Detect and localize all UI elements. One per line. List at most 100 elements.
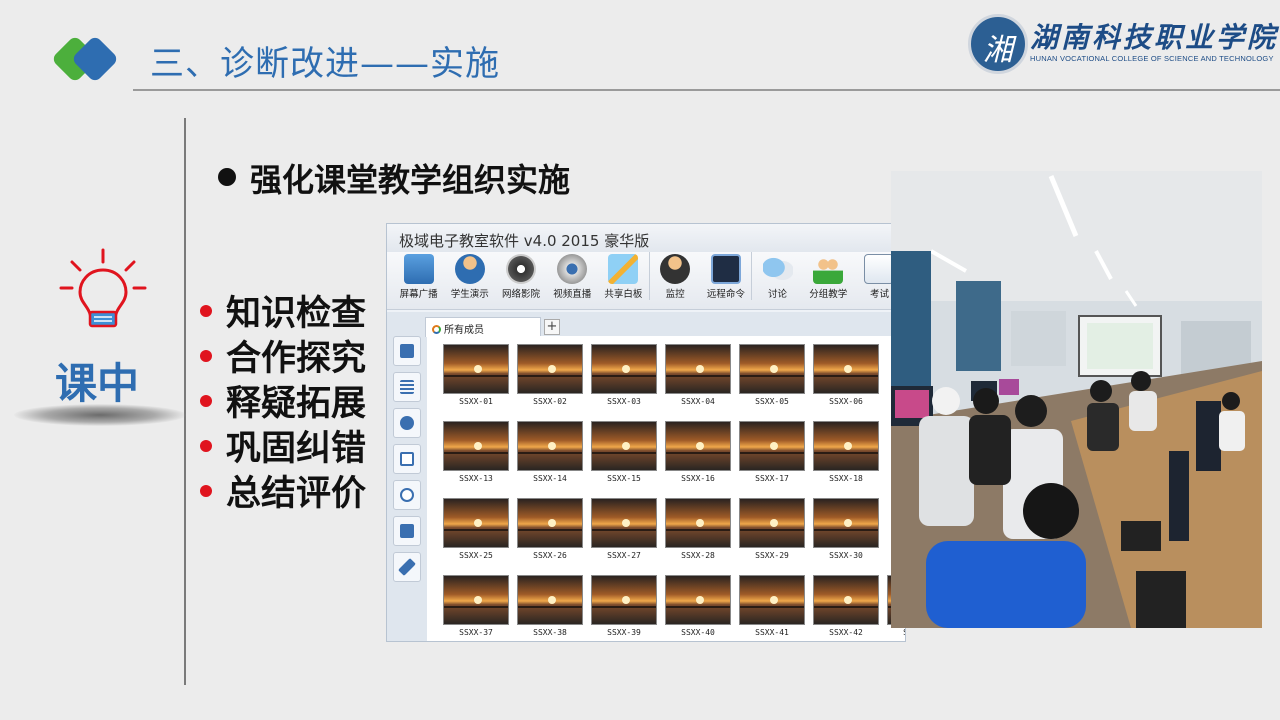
add-tab-button[interactable]: + — [544, 319, 560, 335]
side-nav-thumbnail-view[interactable] — [393, 336, 421, 366]
toolbar-remote-command[interactable]: 远程命令 — [700, 252, 751, 300]
student-screen-preview — [665, 421, 731, 471]
student-name: SSXX-03 — [607, 397, 641, 406]
toolbar-screen-broadcast[interactable]: 屏幕广播 — [393, 252, 444, 300]
student-name: SSXX-01 — [459, 397, 493, 406]
group-teaching-icon — [813, 254, 844, 284]
stage-label: 课中 — [55, 359, 140, 408]
student-grid-area: SSXX-01 SSXX-02 SSXX-03 SSXX-04 SSXX-05 SSXX-… — [427, 336, 905, 641]
side-nav-edit[interactable] — [393, 552, 421, 582]
student-screen-preview — [517, 344, 583, 394]
student-thumbnail[interactable]: SSXX-05 — [735, 344, 809, 421]
student-name: SSXX-29 — [755, 551, 789, 560]
side-nav — [393, 336, 423, 588]
side-nav-list-view[interactable] — [393, 372, 421, 402]
student-thumbnail[interactable]: SSXX-15 — [587, 421, 661, 498]
file-icon — [400, 452, 414, 466]
vertical-divider — [184, 118, 186, 685]
student-thumbnail[interactable]: SSXX-27 — [587, 498, 661, 575]
side-nav-files[interactable] — [393, 444, 421, 474]
student-screen-preview — [591, 575, 657, 625]
remote-command-icon — [710, 254, 741, 284]
toolbar-network-cinema[interactable]: 网络影院 — [495, 252, 546, 300]
student-thumbnail[interactable]: SSXX-40 — [661, 575, 735, 641]
edit-icon — [398, 558, 416, 576]
toolbar-discussion[interactable]: 讨论 — [751, 252, 802, 300]
student-name: SSXX-37 — [459, 628, 493, 637]
student-screen-preview — [813, 421, 879, 471]
network-cinema-icon — [506, 254, 536, 284]
red-dot-icon — [200, 440, 212, 452]
student-name: SSXX-40 — [681, 628, 715, 637]
step-item: 巩固纠错 — [200, 427, 366, 472]
school-name-cn: 湖南科技职业学院 — [1030, 21, 1279, 54]
student-screen-preview — [665, 344, 731, 394]
step-item: 释疑拓展 — [200, 382, 366, 427]
student-name: SSXX-43 — [883, 628, 905, 637]
student-thumbnail[interactable]: SSXX-28 — [661, 498, 735, 575]
student-name: SSXX-16 — [681, 474, 715, 483]
student-thumbnail[interactable]: SSXX-25 — [439, 498, 513, 575]
school-emblem-icon: 湘 — [968, 14, 1028, 74]
student-screen-preview — [517, 421, 583, 471]
student-thumbnail[interactable]: SSXX-06 — [809, 344, 883, 421]
student-name: SSXX-17 — [755, 474, 789, 483]
student-thumbnail[interactable]: SSXX-29 — [735, 498, 809, 575]
student-thumbnail[interactable]: SSXX-17 — [735, 421, 809, 498]
software-body: 所有成员 + SSXX-01 SSXX-02 SSXX-03 SSXX-04 SSXX-… — [387, 312, 905, 641]
student-screen-preview — [443, 575, 509, 625]
exam-icon — [864, 254, 895, 284]
side-nav-schedule[interactable] — [393, 480, 421, 510]
student-thumbnail[interactable]: SSXX-26 — [513, 498, 587, 575]
lightbulb-icon — [59, 248, 147, 328]
student-thumbnail[interactable]: SSXX-13 — [439, 421, 513, 498]
toolbar-student-demo[interactable]: 学生演示 — [444, 252, 495, 300]
student-screen-preview — [739, 344, 805, 394]
student-thumbnail[interactable]: SSXX-41 — [735, 575, 809, 641]
student-thumbnail[interactable]: SSXX-03 — [587, 344, 661, 421]
student-screen-preview — [665, 498, 731, 548]
student-thumbnail[interactable]: SSXX-37 — [439, 575, 513, 641]
side-nav-user[interactable] — [393, 408, 421, 438]
stage-shadow — [14, 404, 186, 426]
video-live-icon — [557, 254, 588, 284]
student-name: SSXX-02 — [533, 397, 567, 406]
student-name: SSXX-15 — [607, 474, 641, 483]
student-name: SSXX-41 — [755, 628, 789, 637]
side-nav-favorites[interactable] — [393, 516, 421, 546]
classroom-software-window: 极域电子教室软件 v4.0 2015 豪华版 屏幕广播 学生演示 网络影院 视频… — [386, 223, 906, 642]
student-screen-preview — [443, 421, 509, 471]
student-screen-preview — [813, 575, 879, 625]
step-item: 总结评价 — [200, 472, 366, 517]
student-grid: SSXX-01 SSXX-02 SSXX-03 SSXX-04 SSXX-05 SSXX-… — [439, 344, 905, 641]
toolbar-whiteboard[interactable]: 共享白板 — [598, 252, 649, 300]
step-list: 知识检查 合作探究 释疑拓展 巩固纠错 总结评价 — [200, 292, 366, 517]
red-dot-icon — [200, 485, 212, 497]
student-screen-preview — [443, 498, 509, 548]
student-thumbnail[interactable]: SSXX-14 — [513, 421, 587, 498]
student-demo-icon — [454, 254, 485, 284]
student-thumbnail[interactable]: SSXX-30 — [809, 498, 883, 575]
student-screen-preview — [739, 421, 805, 471]
student-thumbnail[interactable]: SSXX-38 — [513, 575, 587, 641]
step-item: 合作探究 — [200, 337, 366, 382]
classroom-photo — [891, 171, 1262, 628]
step-item: 知识检查 — [200, 292, 366, 337]
student-name: SSXX-05 — [755, 397, 789, 406]
student-thumbnail[interactable]: SSXX-16 — [661, 421, 735, 498]
student-screen-preview — [517, 498, 583, 548]
student-thumbnail[interactable]: SSXX-01 — [439, 344, 513, 421]
student-thumbnail[interactable]: SSXX-18 — [809, 421, 883, 498]
student-name: SSXX-14 — [533, 474, 567, 483]
toolbar-video-live[interactable]: 视频直播 — [547, 252, 598, 300]
bullet-dot-icon — [218, 168, 236, 186]
student-thumbnail[interactable]: SSXX-04 — [661, 344, 735, 421]
student-name: SSXX-42 — [829, 628, 863, 637]
toolbar-monitor[interactable]: 监控 — [649, 252, 700, 300]
student-thumbnail[interactable]: SSXX-42 — [809, 575, 883, 641]
tab-all-members[interactable]: 所有成员 — [425, 317, 541, 337]
student-thumbnail[interactable]: SSXX-02 — [513, 344, 587, 421]
toolbar-group-teaching[interactable]: 分组教学 — [803, 252, 854, 300]
student-screen-preview — [443, 344, 509, 394]
student-thumbnail[interactable]: SSXX-39 — [587, 575, 661, 641]
